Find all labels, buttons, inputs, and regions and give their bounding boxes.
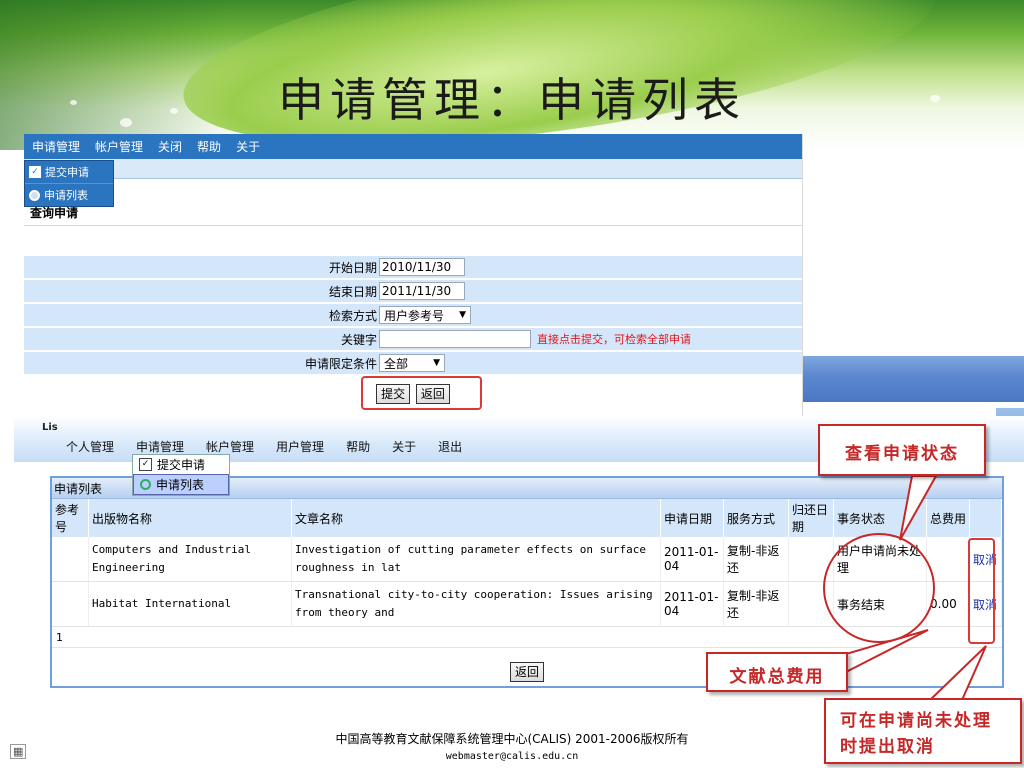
- divider: [24, 225, 802, 226]
- nav-user-manage[interactable]: 用户管理: [276, 438, 324, 455]
- search-method-label: 检索方式: [328, 308, 377, 323]
- nav-account-manage[interactable]: 帐户管理: [206, 438, 254, 455]
- limit-select[interactable]: 全部 ▼: [379, 354, 445, 372]
- nav-links: 个人管理 申请管理 帐户管理 用户管理 帮助 关于 退出: [66, 438, 484, 455]
- keyword-input[interactable]: [379, 330, 531, 348]
- col-publication: 出版物名称: [88, 499, 292, 537]
- logo: Lis: [42, 422, 58, 433]
- cell-ref: [52, 537, 89, 582]
- chevron-down-icon: ▼: [459, 310, 466, 320]
- limit-label: 申请限定条件: [304, 356, 377, 371]
- magnifier-icon: [29, 189, 40, 201]
- query-form: 开始日期 2010/11/30 结束日期 2011/11/30 检索方式 用户参…: [24, 256, 802, 376]
- form-row-keyword: 关键字 直接点击提交，可检索全部申请: [24, 328, 802, 350]
- page-link[interactable]: 1: [56, 631, 63, 644]
- col-article: 文章名称: [291, 499, 661, 537]
- chevron-down-icon: ▼: [433, 358, 440, 368]
- apply-dropdown-menu: ✓ 提交申请 申请列表: [24, 160, 114, 207]
- cell-service: 复制-非返还: [723, 537, 789, 582]
- search-method-value: 用户参考号: [384, 308, 445, 323]
- nav-logout[interactable]: 退出: [438, 438, 462, 455]
- start-date-input[interactable]: 2010/11/30: [379, 258, 465, 276]
- col-ref: 参考号: [52, 499, 89, 537]
- nav-personal-manage[interactable]: 个人管理: [66, 438, 114, 455]
- dropdown-item-label: 申请列表: [44, 189, 88, 202]
- menu-account-manage[interactable]: 帐户管理: [95, 138, 143, 155]
- callout-fee-text: 文献总费用: [729, 667, 825, 687]
- form-row-start-date: 开始日期 2010/11/30: [24, 256, 802, 278]
- cell-service: 复制-非返还: [723, 581, 789, 627]
- dropdown-item-list[interactable]: 申请列表: [133, 474, 229, 495]
- form-row-limit: 申请限定条件 全部 ▼: [24, 352, 802, 374]
- keyword-hint: 直接点击提交，可检索全部申请: [537, 333, 691, 346]
- col-fee: 总费用: [926, 499, 970, 537]
- cell-date: 2011-01-04: [660, 581, 724, 627]
- end-date-input[interactable]: 2011/11/30: [379, 282, 465, 300]
- nav-apply-manage[interactable]: 申请管理: [136, 438, 184, 455]
- checkbox-icon: ✓: [29, 166, 41, 178]
- keyword-label: 关键字: [340, 332, 377, 347]
- end-date-label: 结束日期: [328, 284, 377, 299]
- nav-about[interactable]: 关于: [392, 438, 416, 455]
- corner-logo-icon: ▦: [10, 744, 27, 759]
- apply-dropdown-menu: ✓ 提交申请 申请列表: [132, 454, 230, 496]
- dropdown-item-label: 提交申请: [157, 458, 206, 472]
- callout-cancel: 可在申请尚未处理时提出取消: [824, 698, 1022, 764]
- callout-status-text: 查看申请状态: [845, 444, 959, 464]
- highlight-box: [361, 376, 482, 410]
- col-date: 申请日期: [660, 499, 724, 537]
- query-screen: 申请管理 帐户管理 关闭 帮助 关于 ✓ 提交申请 申请列表 查询申请 开始日期…: [24, 134, 803, 416]
- start-date-label: 开始日期: [328, 260, 377, 275]
- slide-title: 申请管理：申请列表: [278, 73, 746, 127]
- col-return-date: 归还日期: [788, 499, 834, 537]
- sub-menu-bar: [24, 159, 802, 179]
- col-status: 事务状态: [833, 499, 927, 537]
- col-service: 服务方式: [723, 499, 789, 537]
- back-button[interactable]: 返回: [510, 662, 545, 682]
- nav-help[interactable]: 帮助: [346, 438, 370, 455]
- cell-publication: Habitat International: [88, 581, 292, 627]
- status-highlight-ellipse: [823, 533, 935, 643]
- decorative-band: [800, 356, 1024, 402]
- table-header-row: 参考号 出版物名称 文章名称 申请日期 服务方式 归还日期 事务状态 总费用: [52, 499, 1002, 537]
- col-action: [969, 499, 1002, 537]
- callout-status: 查看申请状态: [818, 424, 986, 476]
- form-row-end-date: 结束日期 2011/11/30: [24, 280, 802, 302]
- form-row-search-method: 检索方式 用户参考号 ▼: [24, 304, 802, 326]
- menu-help[interactable]: 帮助: [197, 138, 221, 155]
- cell-publication: Computers and Industrial Engineering: [88, 537, 292, 582]
- cell-article: Investigation of cutting parameter effec…: [291, 537, 661, 582]
- cell-article: Transnational city-to-city cooperation: …: [291, 581, 661, 627]
- magnifier-icon: [140, 479, 151, 490]
- menu-about[interactable]: 关于: [236, 138, 260, 155]
- cancel-highlight-box: [968, 538, 995, 644]
- callout-cancel-text: 可在申请尚未处理时提出取消: [840, 711, 992, 757]
- cell-ref: [52, 581, 89, 627]
- cell-date: 2011-01-04: [660, 537, 724, 582]
- top-menu-bar: 申请管理 帐户管理 关闭 帮助 关于: [24, 134, 802, 159]
- dropdown-item-label: 申请列表: [156, 478, 205, 492]
- menu-apply-manage[interactable]: 申请管理: [32, 138, 80, 155]
- search-method-select[interactable]: 用户参考号 ▼: [379, 306, 471, 324]
- dropdown-item-submit[interactable]: ✓ 提交申请: [133, 455, 229, 474]
- checkbox-icon: ✓: [139, 458, 152, 471]
- dropdown-item-list[interactable]: 申请列表: [25, 183, 113, 206]
- menu-close[interactable]: 关闭: [158, 138, 182, 155]
- callout-fee: 文献总费用: [706, 652, 848, 692]
- limit-value: 全部: [384, 356, 409, 371]
- dropdown-item-label: 提交申请: [45, 166, 89, 179]
- dropdown-item-submit[interactable]: ✓ 提交申请: [25, 161, 113, 183]
